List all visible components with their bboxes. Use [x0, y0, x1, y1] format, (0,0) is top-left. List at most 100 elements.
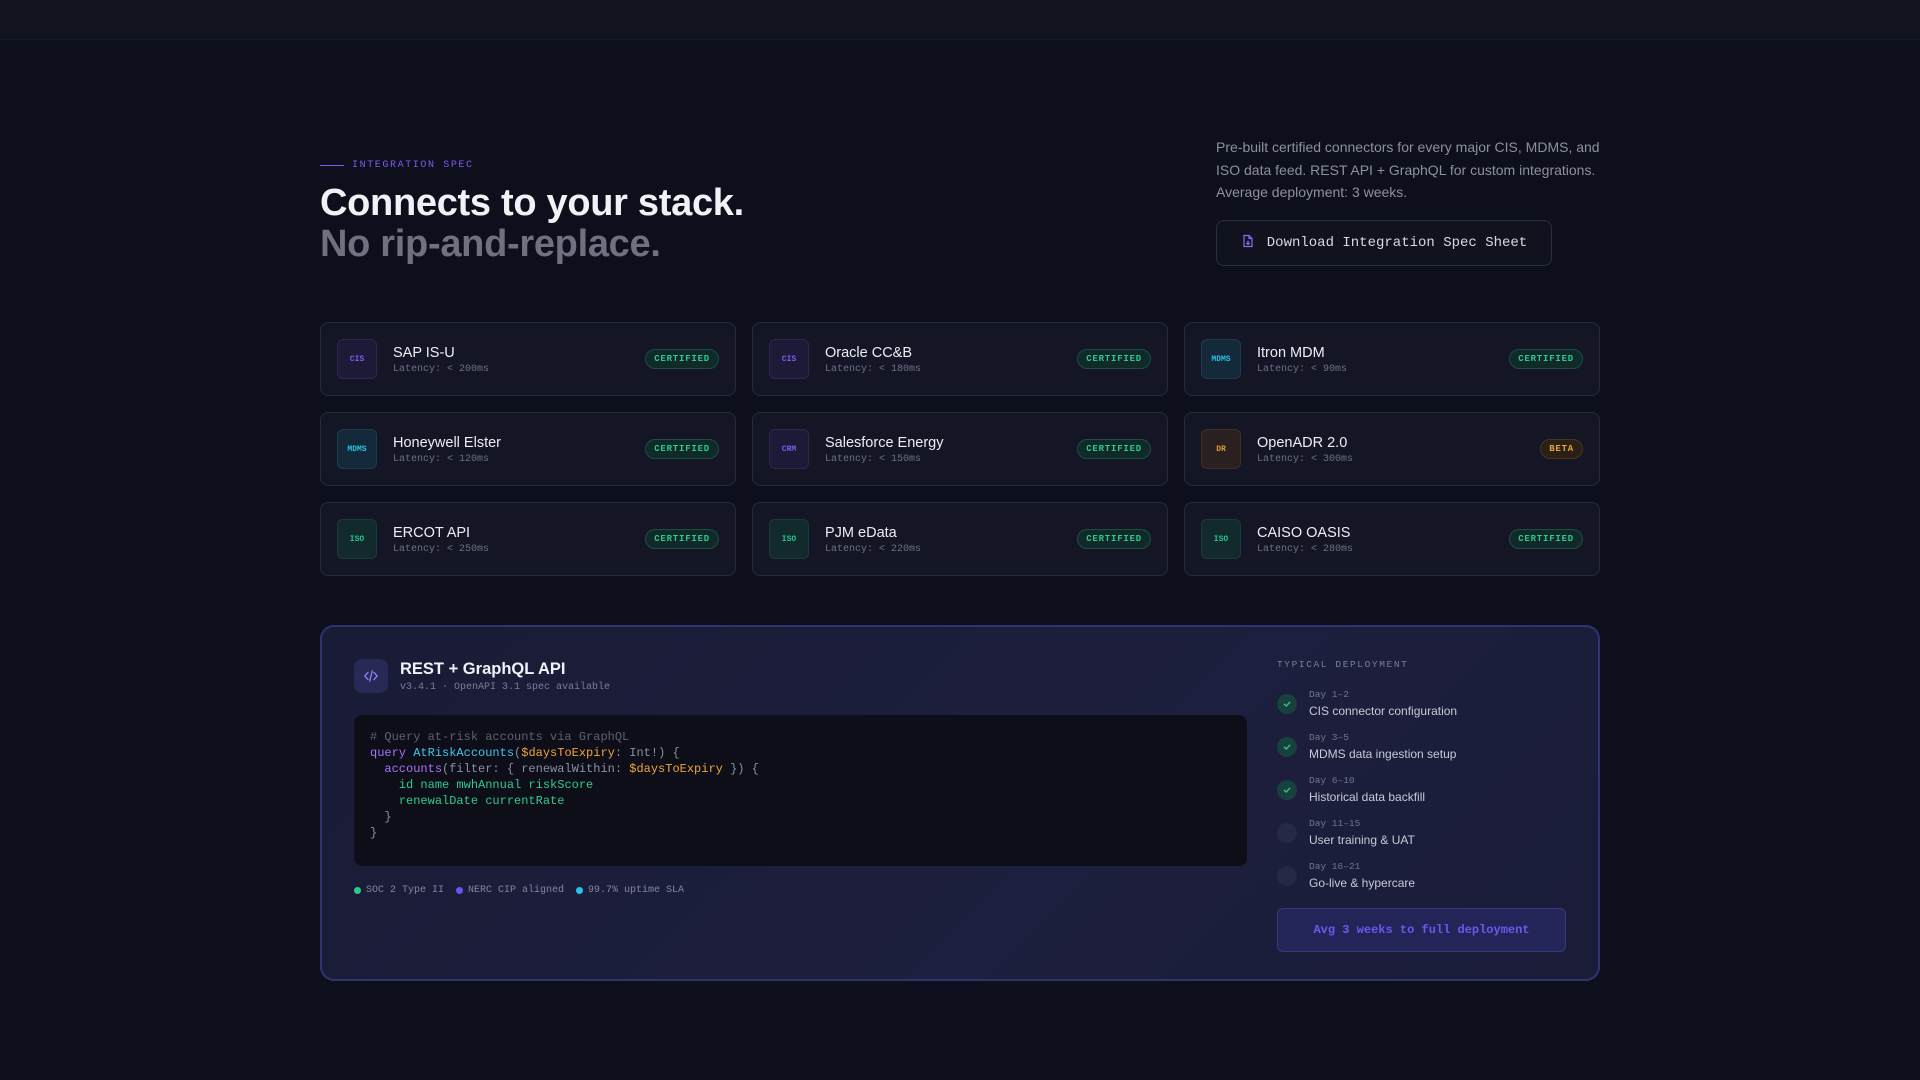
compliance-item: 99.7% uptime SLA	[576, 885, 684, 896]
connector-name: Oracle CC&B	[825, 344, 913, 361]
connector-card[interactable]: CIS SAP IS-U Latency: < 200ms CERTIFIED	[320, 322, 736, 396]
connector-card[interactable]: MDMS Itron MDM Latency: < 90ms CERTIFIED	[1184, 322, 1600, 396]
code-filter-close: }) {	[722, 762, 759, 776]
eyebrow-line	[320, 165, 344, 166]
connector-latency: Latency: < 90ms	[1257, 363, 1348, 375]
compliance-label: NERC CIP aligned	[468, 885, 565, 896]
download-spec-label: Download Integration Spec Sheet	[1266, 235, 1528, 251]
download-spec-button[interactable]: Download Integration Spec Sheet	[1216, 220, 1552, 266]
connector-card[interactable]: MDMS Honeywell Elster Latency: < 120ms CERT…	[320, 412, 736, 486]
compliance-item: SOC 2 Type II	[354, 885, 444, 896]
connector-info: SAP IS-U Latency: < 200ms	[393, 344, 645, 375]
status-badge: CERTIFIED	[645, 529, 719, 549]
status-badge: CERTIFIED	[1077, 349, 1151, 369]
code-comment: # Query at-risk accounts via GraphQL	[370, 730, 630, 744]
check-circle-icon	[1277, 737, 1297, 757]
timeline-step: Day 1–2 CIS connector configuration	[1277, 688, 1567, 731]
document-download-icon	[1241, 234, 1255, 253]
check-circle-icon	[1277, 694, 1297, 714]
code-filter-open: (filter: { renewalWithin:	[442, 762, 630, 776]
connector-name: Itron MDM	[1257, 344, 1325, 361]
connector-info: Salesforce Energy Latency: < 150ms	[825, 434, 1077, 465]
connector-latency: Latency: < 200ms	[393, 363, 490, 375]
connector-name: Honeywell Elster	[393, 434, 501, 451]
status-badge: CERTIFIED	[1077, 529, 1151, 549]
connector-name: OpenADR 2.0	[1257, 434, 1348, 451]
timeline-step: Day 3–5 MDMS data ingestion setup	[1277, 731, 1567, 774]
code-fields: renewalDate currentRate	[398, 794, 565, 808]
connector-card[interactable]: DR OpenADR 2.0 Latency: < 300ms BETA	[1184, 412, 1600, 486]
connector-name: CAISO OASIS	[1257, 524, 1351, 541]
step-label: Go-live & hypercare	[1309, 876, 1416, 890]
connector-card[interactable]: ISO PJM eData Latency: < 220ms CERTIFIED	[752, 502, 1168, 576]
empty-circle-icon	[1277, 866, 1297, 886]
code-operation-name: AtRiskAccounts	[413, 746, 515, 760]
connector-info: CAISO OASIS Latency: < 280ms	[1257, 524, 1509, 555]
step-label: User training & UAT	[1309, 833, 1415, 847]
api-header: REST + GraphQL API v3.4.1 · OpenAPI 3.1 …	[354, 659, 610, 693]
connector-latency: Latency: < 180ms	[825, 363, 922, 375]
code-field-accounts: accounts	[384, 762, 443, 776]
status-badge: CERTIFIED	[1077, 439, 1151, 459]
code-fields: id name mwhAnnual riskScore	[398, 778, 594, 792]
connector-info: OpenADR 2.0 Latency: < 300ms	[1257, 434, 1540, 465]
timeline-step: Day 16–21 Go-live & hypercare	[1277, 860, 1567, 903]
step-label: MDMS data ingestion setup	[1309, 747, 1457, 761]
api-title: REST + GraphQL API	[400, 660, 566, 678]
section-eyebrow: INTEGRATION SPEC	[320, 160, 474, 171]
compliance-label: SOC 2 Type II	[366, 885, 445, 896]
connector-info: Oracle CC&B Latency: < 180ms	[825, 344, 1077, 375]
api-subtitle: v3.4.1 · OpenAPI 3.1 spec available	[400, 682, 611, 693]
code-keyword: query	[370, 746, 407, 760]
connector-latency: Latency: < 120ms	[393, 453, 490, 465]
connector-info: ERCOT API Latency: < 250ms	[393, 524, 645, 555]
title-line-1: Connects to your stack.	[320, 182, 744, 224]
connector-card[interactable]: CIS Oracle CC&B Latency: < 180ms CERTIFIED	[752, 322, 1168, 396]
step-day: Day 1–2	[1309, 689, 1349, 700]
section-title: Connects to your stack. No rip-and-repla…	[320, 183, 744, 265]
connector-latency: Latency: < 150ms	[825, 453, 922, 465]
connector-info: PJM eData Latency: < 220ms	[825, 524, 1077, 555]
connector-type-tag: ISO	[337, 519, 377, 559]
empty-circle-icon	[1277, 823, 1297, 843]
code-type: : Int!) {	[614, 746, 680, 760]
connector-card[interactable]: ISO ERCOT API Latency: < 250ms CERTIFIED	[320, 502, 736, 576]
connector-latency: Latency: < 220ms	[825, 543, 922, 555]
connector-name: SAP IS-U	[393, 344, 455, 361]
step-day: Day 6–10	[1309, 775, 1355, 786]
compliance-badges: SOC 2 Type II NERC CIP aligned 99.7% uptim…	[354, 885, 684, 896]
top-nav-bar	[0, 0, 1920, 40]
connector-latency: Latency: < 250ms	[393, 543, 490, 555]
connector-card[interactable]: CRM Salesforce Energy Latency: < 150ms CERT…	[752, 412, 1168, 486]
step-text: Day 3–5 MDMS data ingestion setup	[1309, 731, 1456, 761]
step-day: Day 11–15	[1309, 818, 1361, 829]
code-brace: }	[384, 810, 392, 824]
connector-type-tag: CRM	[769, 429, 809, 469]
api-panel: REST + GraphQL API v3.4.1 · OpenAPI 3.1 …	[320, 625, 1600, 981]
eyebrow-label: INTEGRATION SPEC	[352, 160, 474, 171]
deployment-cta-button[interactable]: Avg 3 weeks to full deployment	[1277, 908, 1566, 952]
code-icon	[354, 659, 388, 693]
connector-type-tag: ISO	[1201, 519, 1241, 559]
connector-latency: Latency: < 300ms	[1257, 453, 1354, 465]
code-variable: $daysToExpiry	[521, 746, 615, 760]
status-badge: BETA	[1540, 439, 1583, 459]
timeline-title: TYPICAL DEPLOYMENT	[1277, 659, 1409, 670]
compliance-label: 99.7% uptime SLA	[588, 885, 685, 896]
connector-type-tag: ISO	[769, 519, 809, 559]
compliance-item: NERC CIP aligned	[456, 885, 564, 896]
check-circle-icon	[1277, 780, 1297, 800]
connector-card[interactable]: ISO CAISO OASIS Latency: < 280ms CERTIFIED	[1184, 502, 1600, 576]
status-badge: CERTIFIED	[645, 349, 719, 369]
connector-type-tag: CIS	[337, 339, 377, 379]
connector-grid: CIS SAP IS-U Latency: < 200ms CERTIFIED CIS O…	[320, 322, 1600, 576]
step-text: Day 11–15 User training & UAT	[1309, 817, 1415, 847]
step-label: Historical data backfill	[1309, 790, 1426, 804]
connector-info: Itron MDM Latency: < 90ms	[1257, 344, 1509, 375]
status-dot-icon	[456, 887, 464, 894]
timeline-step: Day 11–15 User training & UAT	[1277, 817, 1567, 860]
step-text: Day 6–10 Historical data backfill	[1309, 774, 1425, 804]
connector-latency: Latency: < 280ms	[1257, 543, 1354, 555]
connector-type-tag: DR	[1201, 429, 1241, 469]
step-day: Day 16–21	[1309, 861, 1361, 872]
